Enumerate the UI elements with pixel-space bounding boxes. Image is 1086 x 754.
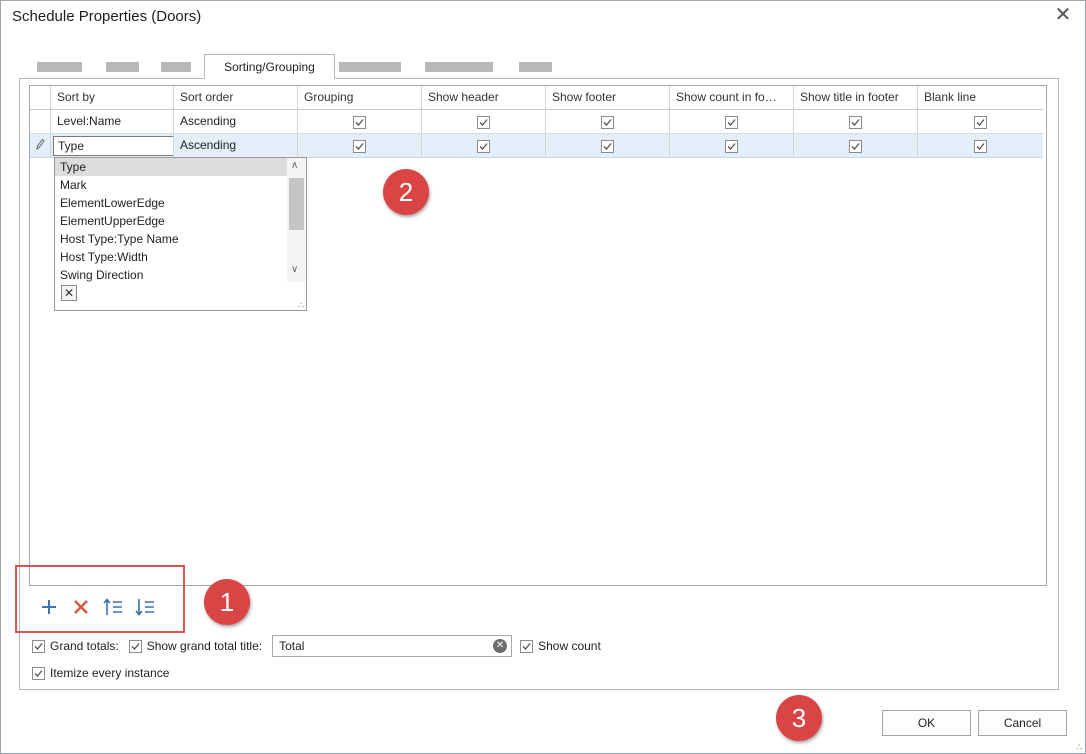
dialog-title: Schedule Properties (Doors) [12, 8, 202, 25]
sort-up-icon[interactable] [102, 595, 124, 619]
col-blank-line[interactable]: Blank line [918, 86, 1043, 110]
show-count-checkbox[interactable] [520, 639, 534, 653]
sort-by-combobox-value: Type [58, 139, 85, 153]
row-header-corner [30, 86, 51, 110]
tab-fields[interactable] [37, 62, 82, 72]
show-count-checkbox[interactable] [725, 115, 738, 129]
show-count-cell[interactable] [670, 134, 794, 158]
dropdown-item[interactable]: Type [55, 158, 287, 176]
blank-line-checkbox[interactable] [974, 115, 987, 129]
itemize-option[interactable]: Itemize every instance [32, 666, 169, 680]
sort-order-cell[interactable]: Ascending [174, 110, 298, 134]
annotation-badge-1: 1 [204, 579, 250, 625]
show-grand-total-title-checkbox[interactable] [128, 639, 142, 653]
tab-appearance[interactable] [425, 62, 493, 72]
grouping-cell[interactable] [298, 110, 422, 134]
sort-down-icon[interactable] [134, 595, 156, 619]
resize-grip-icon[interactable]: ∴ [298, 301, 304, 310]
dropdown-item[interactable]: ElementUpperEdge [55, 212, 287, 230]
plus-icon[interactable] [38, 595, 60, 619]
show-title-cell[interactable] [794, 110, 918, 134]
dropdown-list: Type Mark ElementLowerEdge ElementUpperE… [55, 158, 287, 284]
show-grand-total-title-label: Show grand total title: [146, 639, 263, 653]
col-show-footer[interactable]: Show footer [546, 86, 670, 110]
grand-totals-label: Grand totals: [50, 639, 119, 653]
close-icon[interactable]: ✕ [1053, 5, 1073, 25]
show-count-cell[interactable] [670, 110, 794, 134]
row-header[interactable] [30, 110, 51, 134]
grouping-checkbox[interactable] [353, 115, 366, 129]
scrollbar-thumb[interactable] [289, 178, 304, 230]
sort-order-cell[interactable]: Ascending [174, 134, 298, 158]
tab-embedded[interactable] [519, 62, 552, 72]
show-count-option[interactable]: Show count [520, 639, 601, 653]
dropdown-item[interactable]: Host Type:Type Name [55, 230, 287, 248]
grand-totals-checkbox[interactable] [32, 639, 45, 653]
show-footer-cell[interactable] [546, 110, 670, 134]
show-header-checkbox[interactable] [477, 139, 490, 153]
row-header-edit[interactable] [30, 134, 51, 158]
grouping-checkbox[interactable] [353, 139, 366, 153]
clear-input-icon[interactable]: ✕ [493, 639, 508, 653]
sort-by-combobox[interactable]: Type [53, 136, 173, 156]
table-row[interactable]: Level:Name Ascending [30, 110, 1043, 134]
show-count-checkbox[interactable] [725, 139, 738, 153]
itemize-label: Itemize every instance [50, 666, 170, 680]
sort-by-cell[interactable]: Level:Name [51, 110, 174, 134]
schedule-properties-dialog: Schedule Properties (Doors) ✕ Sorting/Gr… [0, 0, 1086, 754]
dropdown-item[interactable]: ElementLowerEdge [55, 194, 287, 212]
grouping-cell[interactable] [298, 134, 422, 158]
show-title-cell[interactable] [794, 134, 918, 158]
tab-filter[interactable] [106, 62, 139, 72]
sort-by-dropdown[interactable]: Type Mark ElementLowerEdge ElementUpperE… [54, 157, 307, 311]
dropdown-item[interactable]: Swing Direction [55, 266, 287, 284]
ok-button[interactable]: OK [882, 710, 971, 736]
clear-selection-button[interactable]: ✕ [61, 285, 77, 301]
pencil-icon [35, 135, 45, 158]
dropdown-item[interactable]: Mark [55, 176, 287, 194]
sort-toolbar [38, 593, 156, 621]
blank-line-checkbox[interactable] [974, 139, 987, 153]
x-icon[interactable] [70, 595, 92, 619]
col-grouping[interactable]: Grouping [298, 86, 422, 110]
show-title-checkbox[interactable] [849, 115, 862, 129]
annotation-badge-2: 2 [383, 169, 429, 215]
scroll-up-icon[interactable]: ∧ [291, 160, 298, 171]
table-row-selected[interactable]: Type Ascending [30, 134, 1043, 158]
blank-line-cell[interactable] [918, 110, 1043, 134]
cancel-button[interactable]: Cancel [978, 710, 1067, 736]
sort-by-cell-editing[interactable]: Type [51, 134, 174, 158]
col-show-header[interactable]: Show header [422, 86, 546, 110]
dropdown-scrollbar[interactable]: ∧ ∨ [287, 158, 306, 282]
itemize-checkbox[interactable] [32, 666, 45, 680]
show-footer-checkbox[interactable] [601, 139, 614, 153]
scroll-down-icon[interactable]: ∨ [291, 264, 298, 275]
grand-totals-option[interactable]: Grand totals: [32, 639, 119, 653]
tab-formatting[interactable] [339, 62, 401, 72]
show-header-cell[interactable] [422, 110, 546, 134]
grand-total-title-input[interactable]: Total ✕ [272, 635, 513, 657]
resize-grip-icon[interactable]: ∴ [1076, 743, 1082, 752]
show-title-checkbox[interactable] [849, 139, 862, 153]
show-footer-cell[interactable] [546, 134, 670, 158]
blank-line-cell[interactable] [918, 134, 1043, 158]
grand-totals-options: Grand totals: Show grand total title: To… [32, 634, 611, 658]
show-header-checkbox[interactable] [477, 115, 490, 129]
col-sort-by[interactable]: Sort by [51, 86, 174, 110]
col-show-title[interactable]: Show title in footer [794, 86, 918, 110]
grand-total-title-value: Total [279, 639, 305, 653]
show-header-cell[interactable] [422, 134, 546, 158]
show-count-label: Show count [538, 639, 601, 653]
dropdown-item[interactable]: Host Type:Width [55, 248, 287, 266]
show-grand-total-title-option[interactable]: Show grand total title: [128, 639, 263, 653]
show-footer-checkbox[interactable] [601, 115, 614, 129]
col-show-count[interactable]: Show count in fo… [670, 86, 794, 110]
tab-phasing[interactable] [161, 62, 191, 72]
annotation-badge-3: 3 [776, 695, 822, 741]
grid-header-row: Sort by Sort order Grouping Show header … [30, 86, 1043, 110]
tab-sorting-grouping[interactable]: Sorting/Grouping [204, 54, 335, 79]
col-sort-order[interactable]: Sort order [174, 86, 298, 110]
